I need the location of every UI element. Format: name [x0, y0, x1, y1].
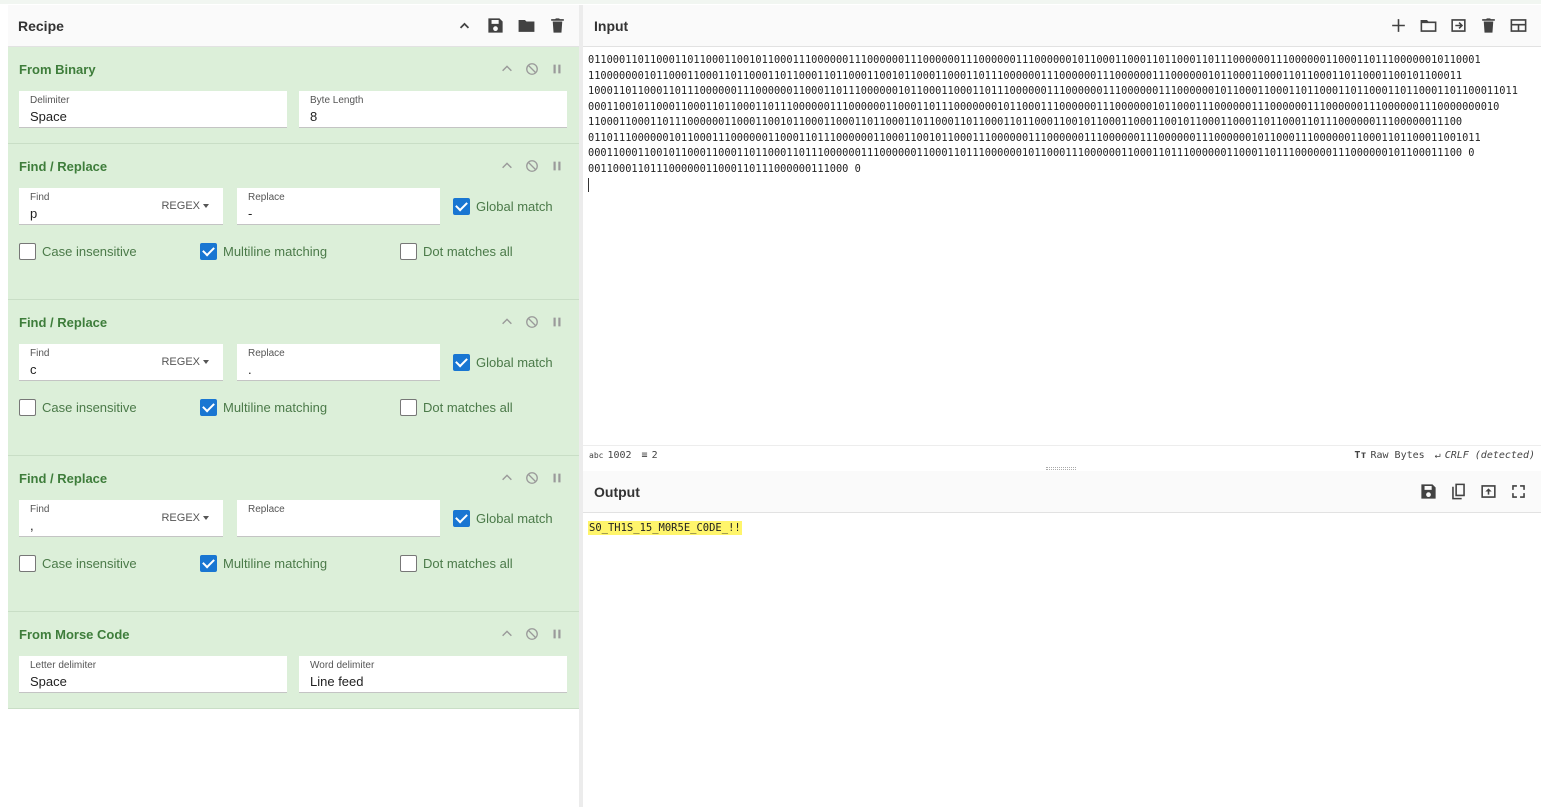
case-insensitive-checkbox[interactable]: Case insensitive	[19, 399, 200, 416]
disable-icon[interactable]	[524, 471, 539, 486]
input-pane: Input 0110001101100011011000110010110001…	[583, 5, 1541, 465]
multiline-checkbox[interactable]: Multiline matching	[200, 243, 400, 260]
letter-delimiter-field[interactable]: Letter delimiter Space	[19, 656, 287, 693]
case-insensitive-checkbox[interactable]: Case insensitive	[19, 555, 200, 572]
input-lines: 2	[651, 450, 658, 461]
find-mode-dropdown[interactable]: REGEX	[161, 200, 209, 212]
encoding-selector[interactable]: Raw Bytes	[1370, 450, 1424, 461]
text-caret	[588, 178, 589, 192]
disable-icon[interactable]	[524, 62, 539, 77]
open-folder-icon[interactable]	[1417, 14, 1440, 37]
global-match-checkbox[interactable]: Global match	[453, 198, 553, 215]
recipe-header: Recipe	[8, 5, 579, 47]
op-find-replace-2: Find / Replace Find c REGEX Replace . Gl…	[8, 300, 579, 456]
op-title: From Binary	[19, 61, 96, 77]
disable-icon[interactable]	[524, 159, 539, 174]
checkbox-icon	[453, 354, 470, 371]
chevron-up-icon[interactable]	[499, 315, 514, 330]
chevron-up-icon[interactable]	[499, 159, 514, 174]
checkbox-icon	[453, 510, 470, 527]
layout-icon[interactable]	[1507, 14, 1530, 37]
top-strip	[0, 0, 1541, 4]
delete-icon[interactable]	[1477, 14, 1500, 37]
output-text[interactable]: S0_TH1S_15_M0R5E_C0DE_!!	[588, 521, 742, 535]
pause-icon[interactable]	[549, 62, 564, 77]
output-header: Output	[583, 471, 1541, 513]
op-from-binary: From Binary Delimiter Space Byte Length …	[8, 47, 579, 144]
load-recipe-icon[interactable]	[515, 14, 538, 37]
input-length: 1002	[607, 450, 632, 461]
resize-handle[interactable]	[1046, 467, 1076, 470]
input-header: Input	[583, 5, 1541, 47]
op-find-replace-3: Find / Replace Find , REGEX Replace Glob…	[8, 456, 579, 612]
op-find-replace-1: Find / Replace Find p REGEX Replace - Gl…	[8, 144, 579, 300]
find-mode-dropdown[interactable]: REGEX	[161, 356, 209, 368]
case-insensitive-checkbox[interactable]: Case insensitive	[19, 243, 200, 260]
save-output-icon[interactable]	[1417, 480, 1440, 503]
output-pane: Output S0_TH1S_15_M0R5E_C0DE_!!	[583, 471, 1541, 807]
find-field[interactable]: Find p REGEX	[19, 188, 223, 225]
input-textarea[interactable]: 0110001101100011011000110010110001110000…	[583, 47, 1541, 198]
eol-selector[interactable]: CRLF (detected)	[1445, 450, 1535, 461]
pause-icon[interactable]	[549, 471, 564, 486]
replace-field[interactable]: Replace	[237, 500, 440, 537]
input-title: Input	[594, 17, 629, 34]
multiline-checkbox[interactable]: Multiline matching	[200, 399, 400, 416]
byte-length-field[interactable]: Byte Length 8	[299, 91, 567, 128]
global-match-checkbox[interactable]: Global match	[453, 510, 553, 527]
pause-icon[interactable]	[549, 627, 564, 642]
find-field[interactable]: Find c REGEX	[19, 344, 223, 381]
input-status-bar: abc 1002 ≡ 2 Tт Raw Bytes ↵ CRLF (detect…	[583, 445, 1541, 465]
replace-field[interactable]: Replace -	[237, 188, 440, 225]
dot-matches-all-checkbox[interactable]: Dot matches all	[400, 243, 513, 260]
global-match-checkbox[interactable]: Global match	[453, 354, 553, 371]
pause-icon[interactable]	[549, 315, 564, 330]
op-title: Find / Replace	[19, 314, 108, 330]
find-mode-dropdown[interactable]: REGEX	[161, 512, 209, 524]
delimiter-field[interactable]: Delimiter Space	[19, 91, 287, 128]
chevron-up-icon[interactable]	[499, 471, 514, 486]
add-tab-icon[interactable]	[1387, 14, 1410, 37]
output-title: Output	[594, 483, 640, 500]
length-icon: abc	[589, 451, 604, 460]
recipe-pane: Recipe From Binary Delimiter Space Byte …	[8, 5, 579, 807]
multiline-checkbox[interactable]: Multiline matching	[200, 555, 400, 572]
find-field[interactable]: Find , REGEX	[19, 500, 223, 537]
open-file-icon[interactable]	[1447, 14, 1470, 37]
chevron-up-icon[interactable]	[499, 62, 514, 77]
replace-input-icon[interactable]	[1477, 480, 1500, 503]
chevron-up-icon[interactable]	[499, 627, 514, 642]
collapse-all-icon[interactable]	[453, 14, 476, 37]
op-title: Find / Replace	[19, 158, 108, 174]
op-title: Find / Replace	[19, 470, 108, 486]
replace-field[interactable]: Replace .	[237, 344, 440, 381]
clear-recipe-icon[interactable]	[546, 14, 569, 37]
dot-matches-all-checkbox[interactable]: Dot matches all	[400, 555, 513, 572]
disable-icon[interactable]	[524, 627, 539, 642]
op-from-morse-code: From Morse Code Letter delimiter Space W…	[8, 612, 579, 709]
save-recipe-icon[interactable]	[484, 14, 507, 37]
eol-icon: ↵	[1434, 450, 1441, 461]
lines-icon: ≡	[641, 450, 648, 461]
disable-icon[interactable]	[524, 315, 539, 330]
pause-icon[interactable]	[549, 159, 564, 174]
copy-icon[interactable]	[1447, 480, 1470, 503]
dot-matches-all-checkbox[interactable]: Dot matches all	[400, 399, 513, 416]
word-delimiter-field[interactable]: Word delimiter Line feed	[299, 656, 567, 693]
op-title: From Morse Code	[19, 626, 130, 642]
checkbox-icon	[453, 198, 470, 215]
maximize-icon[interactable]	[1507, 480, 1530, 503]
recipe-title: Recipe	[18, 17, 64, 34]
encoding-icon: Tт	[1354, 450, 1367, 461]
